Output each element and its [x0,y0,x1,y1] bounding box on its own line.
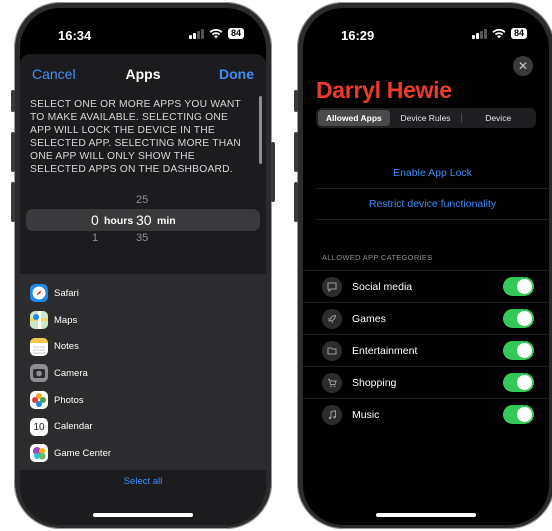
volume-up-button [11,132,15,172]
category-label: Social media [352,280,413,293]
scrollbar[interactable] [259,96,262,164]
app-row-notes[interactable]: Notes [20,333,266,360]
right-screen: 16:29 84 ✕ Darryl Hewie Allowed Apps Dev… [303,8,549,525]
status-bar: 16:29 84 [303,8,549,50]
picker-hours-below[interactable]: 1 [92,232,98,244]
games-toggle[interactable] [503,309,534,328]
maps-icon [30,311,48,330]
app-list: Safari Maps Notes Camera Photos 10 Calen… [20,280,266,467]
app-label: Notes [54,341,79,353]
status-time: 16:29 [341,28,375,43]
volume-down-button [11,182,15,222]
apps-sheet: Cancel Apps Done SELECT ONE OR MORE APPS… [20,54,266,525]
app-row-safari[interactable]: Safari [20,280,266,307]
done-button[interactable]: Done [219,66,254,82]
photos-icon [30,391,48,410]
calendar-icon: 10 [30,417,48,436]
category-row-shopping: Shopping [303,366,549,398]
battery-icon: 84 [510,28,527,39]
close-button[interactable]: ✕ [513,56,533,76]
volume-up-button [294,132,298,172]
duration-picker[interactable]: 25 0 hours 30 min 1 35 [20,190,266,260]
category-row-games: Games [303,302,549,334]
battery-icon: 84 [227,28,244,39]
left-phone: 16:34 84 Cancel Apps Done SELECT ONE OR … [11,2,275,529]
categories-list: Social media Games Entertainment Shoppin… [303,270,549,430]
game-center-icon [30,444,48,463]
wifi-icon [492,28,506,38]
tab-device-rules[interactable]: Device Rules [390,110,462,126]
select-all-button[interactable]: Select all [20,476,266,487]
home-indicator[interactable] [93,513,193,517]
categories-header: ALLOWED APP CATEGORIES [322,253,433,262]
app-label: Calendar [54,421,93,433]
app-label: Safari [54,287,79,299]
category-label: Shopping [352,376,397,389]
status-icons: 84 [472,28,527,39]
picker-min-above[interactable]: 25 [136,194,148,206]
child-name-title: Darryl Hewie [316,77,452,103]
camera-icon [30,364,48,383]
app-row-photos[interactable]: Photos [20,387,266,414]
social-media-toggle[interactable] [503,277,534,296]
picker-hours-value[interactable]: 0 [91,212,99,228]
category-row-music: Music [303,398,549,430]
status-time: 16:34 [58,28,92,43]
folder-icon [322,340,342,361]
power-button [271,142,275,202]
rocket-icon [322,308,342,329]
category-label: Music [352,408,380,421]
category-label: Entertainment [352,344,418,357]
restrict-device-button[interactable]: Restrict device functionality [316,189,549,220]
tab-device[interactable]: Device [462,110,534,126]
entertainment-toggle[interactable] [503,341,534,360]
picker-hours-label: hours [104,215,134,227]
app-label: Maps [54,314,78,326]
notes-icon [30,337,48,356]
shopping-toggle[interactable] [503,373,534,392]
picker-min-label: min [157,215,176,227]
status-icons: 84 [189,28,244,39]
music-toggle[interactable] [503,405,534,424]
safari-icon [30,284,48,303]
left-screen: 16:34 84 Cancel Apps Done SELECT ONE OR … [20,8,266,525]
picker-min-value[interactable]: 30 [136,212,152,228]
app-label: Game Center [54,447,112,459]
category-row-entertainment: Entertainment [303,334,549,366]
instructions-text: SELECT ONE OR MORE APPS YOU WANT TO MAKE… [30,99,242,175]
signal-icon [189,28,204,39]
chat-bubble-icon [322,276,342,297]
nav-bar: Cancel Apps Done [20,54,266,94]
enable-app-lock-button[interactable]: Enable App Lock [316,158,549,189]
action-button [294,90,298,112]
category-row-social-media: Social media [303,270,549,302]
category-label: Games [352,312,386,325]
app-row-camera[interactable]: Camera [20,360,266,387]
segmented-control: Allowed Apps Device Rules Device [316,108,536,128]
music-note-icon [322,404,342,425]
app-row-maps[interactable]: Maps [20,307,266,334]
app-row-game-center[interactable]: Game Center [20,440,266,467]
app-label: Photos [54,394,84,406]
signal-icon [472,28,487,39]
status-bar: 16:34 84 [20,8,266,50]
wifi-icon [209,28,223,38]
action-button [11,90,15,112]
shopping-cart-icon [322,372,342,393]
home-indicator[interactable] [376,513,476,517]
picker-min-below[interactable]: 35 [136,232,148,244]
close-icon: ✕ [517,59,529,73]
volume-down-button [294,182,298,222]
tab-allowed-apps[interactable]: Allowed Apps [318,110,390,126]
app-row-calendar[interactable]: 10 Calendar [20,413,266,440]
app-label: Camera [54,367,88,379]
right-phone: 16:29 84 ✕ Darryl Hewie Allowed Apps Dev… [294,2,552,529]
